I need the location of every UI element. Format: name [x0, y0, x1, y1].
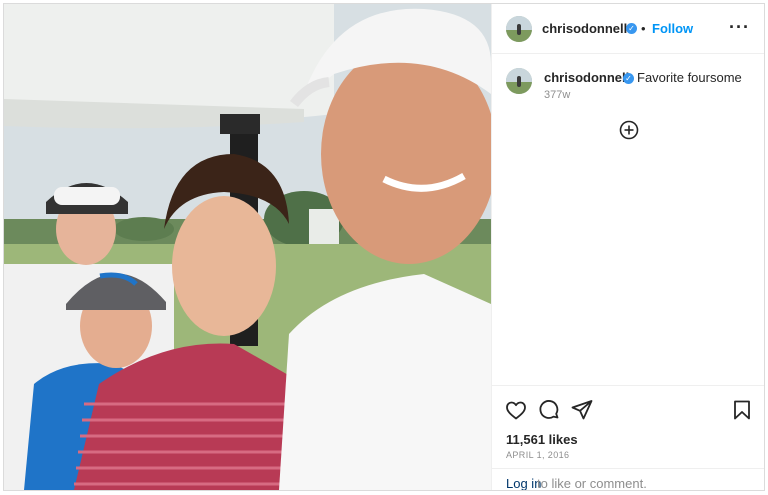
caption-username[interactable]: chrisodonnell: [544, 70, 629, 85]
verified-badge-icon: ✓: [626, 23, 637, 34]
login-prompt-text: to like or comment.: [537, 476, 647, 491]
comment-icon[interactable]: [537, 398, 561, 422]
caption: chrisodonnell ✓ Favorite foursome 377w: [492, 54, 764, 114]
likes-count[interactable]: 11,561 likes: [506, 432, 578, 447]
author-username[interactable]: chrisodonnell: [542, 21, 627, 36]
verified-badge-icon: ✓: [623, 73, 634, 84]
share-icon[interactable]: [570, 398, 594, 422]
plus-circle-icon[interactable]: [619, 120, 639, 140]
caption-text: Favorite foursome: [637, 70, 742, 85]
follow-button[interactable]: Follow: [652, 21, 693, 36]
instagram-post-embed: chrisodonnell ✓ • Follow ··· chrisodonne…: [3, 3, 765, 491]
post-image: [4, 4, 491, 490]
post-header: chrisodonnell ✓ • Follow ···: [492, 4, 764, 54]
post-side-panel: chrisodonnell ✓ • Follow ··· chrisodonne…: [491, 4, 764, 490]
more-horizontal-icon[interactable]: ···: [729, 18, 750, 36]
post-actions: 11,561 likes APRIL 1, 2016 Log in to lik…: [492, 385, 764, 490]
bookmark-icon[interactable]: [730, 398, 754, 422]
login-prompt: Log in to like or comment.: [492, 468, 764, 491]
profile-avatar[interactable]: [506, 16, 532, 42]
time-ago[interactable]: 377w: [544, 89, 570, 101]
heart-icon[interactable]: [504, 398, 528, 422]
post-date: APRIL 1, 2016: [506, 450, 570, 460]
post-photo[interactable]: [4, 4, 491, 490]
caption-avatar[interactable]: [506, 68, 532, 94]
header-separator: •: [641, 21, 646, 36]
